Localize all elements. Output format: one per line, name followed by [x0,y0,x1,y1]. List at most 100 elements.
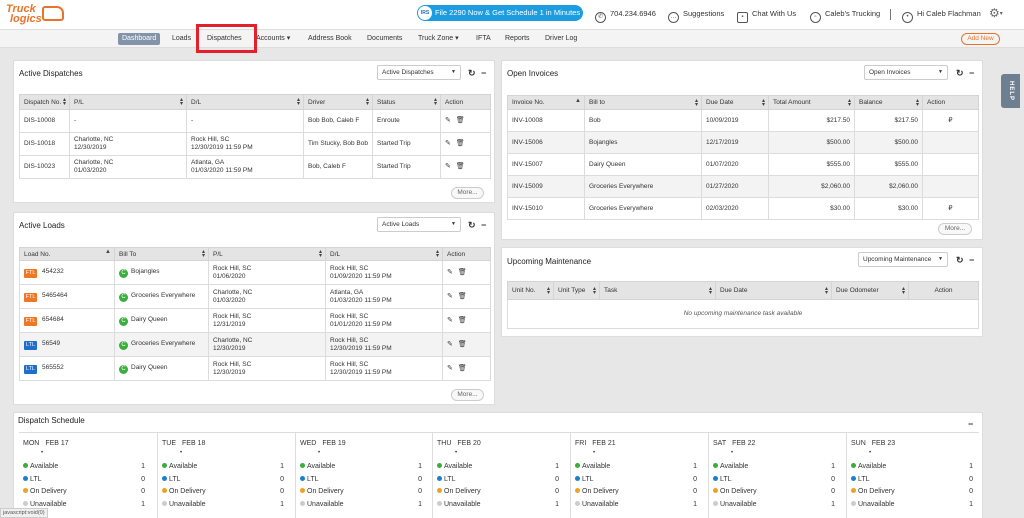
more-button[interactable]: More... [938,223,972,235]
company-link[interactable]: ▫ Caleb's Trucking [810,8,880,23]
schedule-count-row[interactable]: Available 1 [437,462,563,471]
edit-pencil-icon[interactable]: ✎ [447,317,453,324]
help-tab[interactable]: HELP [1001,74,1020,108]
column-header[interactable]: Task ▴ ▾ [599,281,716,300]
schedule-count-row[interactable]: Unavailable 1 [300,500,426,509]
refresh-icon[interactable]: ↻ [468,220,476,230]
active-dispatches-select[interactable]: Active Dispatches ▼ [377,65,461,80]
column-header[interactable]: D/L ▴ ▾ [325,247,443,261]
column-header[interactable]: P/L ▴ ▾ [69,94,187,110]
schedule-count-row[interactable]: Available 1 [713,462,839,471]
open-invoices-select[interactable]: Open Invoices ▼ [864,65,948,80]
schedule-count-row[interactable]: LTL 0 [437,475,563,484]
chat-with-us-link[interactable]: ▪ Chat With Us [737,8,796,23]
delete-trash-icon[interactable]: 🗑 [458,293,467,300]
schedule-count-row[interactable]: Unavailable 1 [437,500,563,509]
column-header[interactable]: Due Date ▴ ▾ [715,281,832,300]
schedule-count-row[interactable]: LTL 0 [851,475,977,484]
delete-trash-icon[interactable]: 🗑 [458,269,467,276]
column-header[interactable]: Driver ▴ ▾ [303,94,373,110]
more-button[interactable]: More... [451,187,484,199]
schedule-count-row[interactable]: Unavailable 1 [851,500,977,509]
edit-pencil-icon[interactable]: ✎ [445,140,451,147]
column-header[interactable]: Unit No. ▴ ▾ [507,281,554,300]
schedule-count-row[interactable]: Available 1 [300,462,426,471]
schedule-count-row[interactable]: On Delivery 0 [300,487,426,496]
record-payment-icon[interactable]: ₽ [948,205,952,212]
schedule-count-row[interactable]: LTL 0 [575,475,701,484]
nav-dashboard[interactable]: Dashboard [118,33,161,45]
nav-accounts[interactable]: Accounts ▾ [256,33,290,45]
upcoming-maintenance-select[interactable]: Upcoming Maintenance ▼ [858,252,948,267]
nav-address-book[interactable]: Address Book [308,33,352,45]
nav-loads[interactable]: Loads [172,33,191,45]
schedule-count-row[interactable]: Unavailable 1 [575,500,701,509]
edit-pencil-icon[interactable]: ✎ [447,269,453,276]
delete-trash-icon[interactable]: 🗑 [456,117,465,124]
nav-truck-zone[interactable]: Truck Zone ▾ [418,33,459,45]
edit-pencil-icon[interactable]: ✎ [447,341,453,348]
schedule-count-row[interactable]: On Delivery 0 [23,487,149,496]
schedule-count-row[interactable]: On Delivery 0 [575,487,701,496]
column-header[interactable]: Dispatch No. ▴ ▾ [19,94,70,110]
refresh-icon[interactable]: ↻ [956,68,964,78]
add-new-button[interactable]: Add New [961,33,1000,45]
schedule-count-row[interactable]: Unavailable 1 [713,500,839,509]
column-header[interactable]: Due Date ▴ ▾ [701,95,769,110]
delete-trash-icon[interactable]: 🗑 [456,163,465,170]
schedule-count-row[interactable]: LTL 0 [23,475,149,484]
column-header[interactable]: Balance ▴ ▾ [854,95,923,110]
delete-trash-icon[interactable]: 🗑 [458,365,467,372]
phone-link[interactable]: ✆ 704.234.6946 [595,8,656,23]
delete-trash-icon[interactable]: 🗑 [456,140,465,147]
schedule-count-row[interactable]: On Delivery 0 [713,487,839,496]
schedule-count-row[interactable]: LTL 0 [162,475,288,484]
schedule-count-row[interactable]: LTL 0 [713,475,839,484]
promo-2290-button[interactable]: IRS File 2290 Now & Get Schedule 1 in Mi… [417,5,583,21]
suggestions-link[interactable]: … Suggestions [668,8,724,23]
nav-documents[interactable]: Documents [367,33,402,45]
collapse-icon[interactable]: − [481,68,486,78]
schedule-count-row[interactable]: Available 1 [851,462,977,471]
collapse-icon[interactable]: − [969,68,974,78]
edit-pencil-icon[interactable]: ✎ [445,163,451,170]
schedule-count-row[interactable]: On Delivery 0 [162,487,288,496]
collapse-icon[interactable]: − [968,419,973,429]
column-header[interactable]: Bill To ▴ ▾ [114,247,209,261]
schedule-count-row[interactable]: LTL 0 [300,475,426,484]
settings-gear-icon[interactable]: ⚙▾ [989,7,1003,20]
truck-logics-logo[interactable]: Truck logics [6,4,64,26]
collapse-icon[interactable]: − [481,220,486,230]
column-header[interactable]: P/L ▴ ▾ [208,247,326,261]
schedule-count-row[interactable]: On Delivery 0 [437,487,563,496]
column-header[interactable]: Total Amount ▴ ▾ [768,95,855,110]
customer-c-icon: C [119,340,128,350]
edit-pencil-icon[interactable]: ✎ [447,365,453,372]
delete-trash-icon[interactable]: 🗑 [458,317,467,324]
column-header[interactable]: D/L ▴ ▾ [186,94,304,110]
active-loads-select[interactable]: Active Loads ▼ [377,217,461,232]
nav-ifta[interactable]: IFTA [476,33,491,45]
refresh-icon[interactable]: ↻ [468,68,476,78]
schedule-count-row[interactable]: Available 1 [162,462,288,471]
column-header[interactable]: Unit Type ▴ ▾ [553,281,600,300]
record-payment-icon[interactable]: ₽ [948,117,952,124]
more-button[interactable]: More... [451,389,484,401]
column-header[interactable]: Status ▴ ▾ [372,94,441,110]
column-header[interactable]: Invoice No. ▲ [507,95,585,110]
column-header[interactable]: Due Odometer ▴ ▾ [831,281,909,300]
column-header[interactable]: Load No. ▲ [19,247,115,261]
schedule-count-row[interactable]: Available 1 [575,462,701,471]
collapse-icon[interactable]: − [969,255,974,265]
edit-pencil-icon[interactable]: ✎ [447,293,453,300]
nav-reports[interactable]: Reports [505,33,530,45]
nav-driver-log[interactable]: Driver Log [545,33,577,45]
refresh-icon[interactable]: ↻ [956,255,964,265]
delete-trash-icon[interactable]: 🗑 [458,341,467,348]
schedule-count-row[interactable]: Available 1 [23,462,149,471]
edit-pencil-icon[interactable]: ✎ [445,117,451,124]
schedule-count-row[interactable]: Unavailable 1 [162,500,288,509]
schedule-count-row[interactable]: On Delivery 0 [851,487,977,496]
user-menu[interactable]: • Hi Caleb Flachman [902,8,981,23]
column-header[interactable]: Bill to ▴ ▾ [584,95,702,110]
